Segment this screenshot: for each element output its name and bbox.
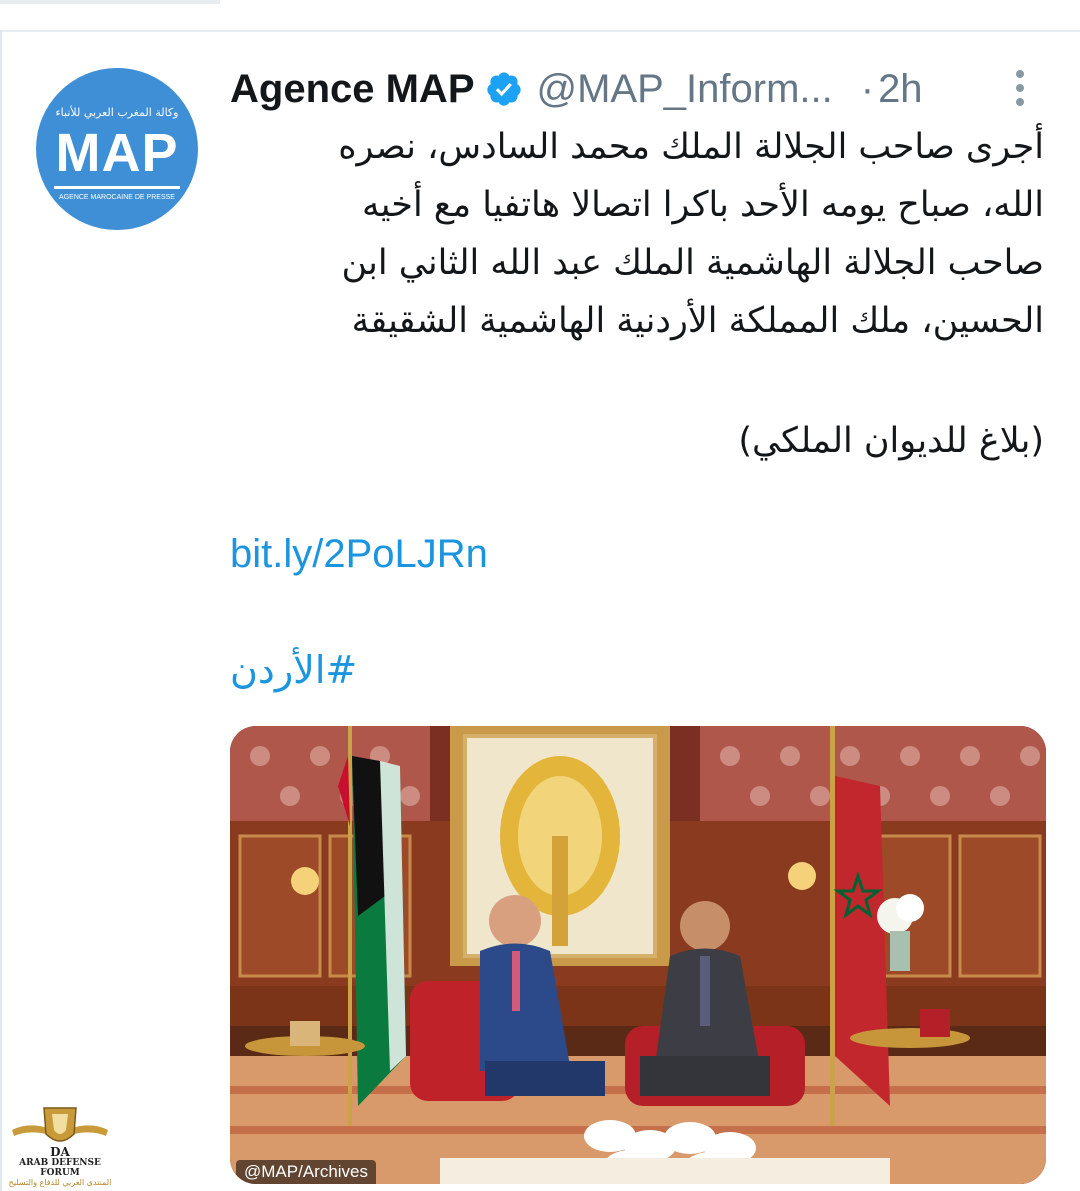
tweet-text-line: أجرى صاحب الجلالة الملك محمد السادس، نصر… xyxy=(338,127,1044,167)
separator-dot: · xyxy=(860,66,875,111)
tweet-media-photo[interactable]: @MAP/Archives xyxy=(230,726,1046,1184)
shield-emblem-icon: DA xyxy=(12,1107,108,1159)
top-divider xyxy=(0,30,1080,32)
profile-avatar[interactable]: وكالة المغرب العربي للأنباء MAP AGENCE M… xyxy=(36,68,198,230)
tweet-text-line: الحسين، ملك المملكة الأردنية الهاشمية ال… xyxy=(351,301,1044,341)
more-vertical-icon[interactable] xyxy=(1008,68,1032,108)
tweet-text: أجرى صاحب الجلالة الملك محمد السادس، نصر… xyxy=(230,118,1044,350)
tweet-header: Agence MAP @MAP_Inform... · 2h xyxy=(230,64,923,114)
avatar-divider xyxy=(54,186,180,189)
tweet-hashtag[interactable]: #الأردن xyxy=(230,648,357,692)
avatar-arabic-line: وكالة المغرب العربي للأنباء xyxy=(55,106,179,119)
top-edge-accent xyxy=(0,0,220,4)
tweet-note: (بلاغ للديوان الملكي) xyxy=(738,421,1044,461)
display-name[interactable]: Agence MAP xyxy=(230,67,475,112)
tweet-text-line: الله، صباح يومه الأحد باكرا اتصالا هاتفي… xyxy=(361,185,1044,225)
watermark-logo: DA ARAB DEFENSE FORUM المنتدى العربي للد… xyxy=(4,1104,116,1190)
user-handle[interactable]: @MAP_Inform... xyxy=(537,67,833,112)
media-credit: @MAP/Archives xyxy=(236,1160,377,1184)
photo-scene xyxy=(230,726,1046,1184)
watermark-subtitle: المنتدى العربي للدفاع والتسليح xyxy=(8,1178,112,1187)
watermark-title: ARAB DEFENSE FORUM xyxy=(19,1158,101,1178)
tweet-timestamp[interactable]: 2h xyxy=(878,67,923,112)
tweet-link[interactable]: bit.ly/2PoLJRn xyxy=(230,532,488,577)
avatar-sub-line: AGENCE MAROCAINE DE PRESSE xyxy=(59,194,175,201)
tweet-text-line: صاحب الجلالة الهاشمية الملك عبد الله الث… xyxy=(341,243,1044,283)
left-divider xyxy=(0,30,2,1191)
watermark-mark: DA xyxy=(50,1145,70,1159)
verified-badge-icon xyxy=(486,72,521,106)
avatar-logo-text: MAP xyxy=(55,123,179,183)
